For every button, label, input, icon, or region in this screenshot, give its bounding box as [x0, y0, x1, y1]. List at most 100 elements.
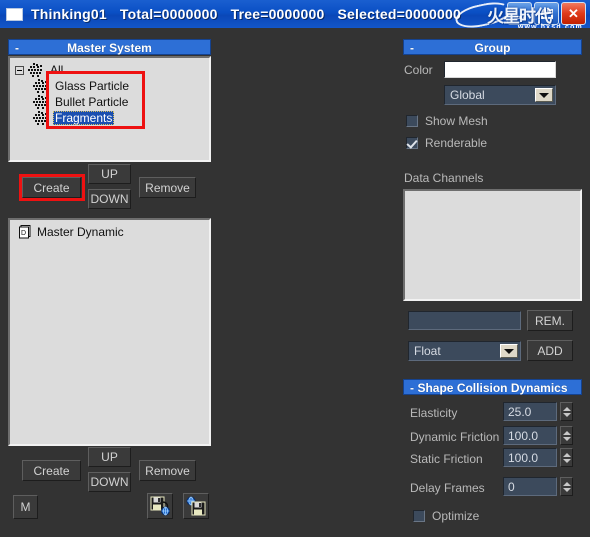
static-friction-input[interactable]: 100.0 [503, 448, 557, 467]
spinner-down-icon[interactable] [562, 458, 571, 463]
master-system-down-button[interactable]: DOWN [88, 189, 131, 209]
minimize-icon [514, 15, 525, 19]
window-controls: ✕ [507, 2, 586, 25]
spinner-down-icon[interactable] [562, 436, 571, 441]
documents-icon: D [19, 225, 31, 239]
elasticity-value: 25.0 [508, 404, 532, 419]
elasticity-spinner[interactable] [560, 402, 573, 421]
shape-collision-title: Shape Collision Dynamics [417, 381, 568, 395]
particles-icon [33, 111, 47, 125]
chevron-down-icon[interactable] [500, 344, 518, 358]
renderable-checkbox[interactable] [406, 137, 418, 149]
master-system-title: Master System [67, 41, 152, 55]
close-icon: ✕ [568, 6, 579, 21]
spinner-down-icon[interactable] [562, 487, 571, 492]
renderable-label: Renderable [425, 136, 488, 150]
tree-item-label: Bullet Particle [55, 95, 129, 109]
maximize-button[interactable] [534, 2, 559, 25]
shape-collision-collapse-icon[interactable]: - [410, 380, 414, 396]
list-item-label: Master Dynamic [37, 225, 124, 239]
master-system-rollup-header[interactable]: - Master System [8, 39, 211, 55]
elasticity-label: Elasticity [410, 406, 458, 420]
maximize-icon [540, 8, 553, 19]
data-channel-add-button[interactable]: ADD [527, 340, 573, 361]
tree-item-label: Fragments [53, 111, 115, 125]
delay-frames-input[interactable]: 0 [503, 477, 557, 496]
data-channel-remove-button[interactable]: REM. [527, 310, 573, 331]
tree-expander-icon[interactable] [15, 65, 24, 75]
dynamic-remove-button[interactable]: Remove [139, 460, 196, 481]
spinner-up-icon[interactable] [562, 430, 571, 435]
spinner-up-icon[interactable] [562, 481, 571, 486]
dynamic-load-button[interactable] [183, 493, 209, 519]
chevron-down-icon[interactable] [535, 88, 553, 102]
master-system-remove-button[interactable]: Remove [139, 177, 196, 198]
color-swatch[interactable] [444, 61, 556, 78]
window-title: Thinking01 [31, 6, 107, 22]
tree-item-label: Glass Particle [55, 79, 130, 93]
data-channels-list[interactable] [403, 189, 582, 301]
spinner-down-icon[interactable] [562, 412, 571, 417]
tree-item-all[interactable]: All [15, 62, 209, 78]
static-friction-value: 100.0 [508, 450, 539, 465]
dynamic-friction-input[interactable]: 100.0 [503, 426, 557, 445]
stat-selected: Selected=0000000 [337, 6, 461, 22]
static-friction-spinner[interactable] [560, 448, 573, 467]
master-system-collapse-icon[interactable]: - [15, 40, 19, 56]
tree-item-glass-particle[interactable]: Glass Particle [33, 78, 209, 94]
master-dynamic-list[interactable]: D Master Dynamic [8, 218, 211, 446]
svg-text:D: D [21, 230, 26, 237]
optimize-row[interactable]: Optimize [413, 509, 479, 523]
master-system-create-button[interactable]: Create [22, 177, 81, 198]
tree-item-fragments[interactable]: Fragments [33, 110, 209, 126]
dynamic-friction-value: 100.0 [508, 428, 539, 443]
dynamic-down-button[interactable]: DOWN [88, 472, 131, 492]
data-channel-type-combo[interactable]: Float [408, 341, 521, 361]
watermark-swoosh-icon [453, 0, 513, 28]
renderable-row[interactable]: Renderable [406, 136, 487, 150]
data-channel-type-value: Float [414, 344, 441, 358]
stat-tree: Tree=0000000 [230, 6, 325, 22]
show-mesh-label: Show Mesh [425, 114, 488, 128]
master-system-tree[interactable]: All Glass Particle Bullet Particle Fragment… [8, 56, 211, 162]
elasticity-input[interactable]: 25.0 [503, 402, 557, 421]
static-friction-label: Static Friction [410, 452, 483, 466]
optimize-checkbox[interactable] [413, 510, 425, 522]
color-label: Color [404, 63, 433, 77]
spinner-up-icon[interactable] [562, 452, 571, 457]
data-channels-title: Data Channels [404, 171, 484, 185]
load-from-disk-icon [186, 496, 206, 516]
group-rollup-header[interactable]: - Group [403, 39, 582, 55]
list-item[interactable]: D Master Dynamic [10, 220, 209, 239]
dynamic-friction-label: Dynamic Friction [410, 430, 500, 444]
minimize-button[interactable] [507, 2, 532, 25]
group-title: Group [474, 41, 511, 55]
close-button[interactable]: ✕ [561, 2, 586, 25]
particles-icon [28, 63, 42, 77]
group-mode-combo[interactable]: Global [444, 85, 556, 105]
particles-icon [33, 95, 47, 109]
tree-item-bullet-particle[interactable]: Bullet Particle [33, 94, 209, 110]
delay-frames-value: 0 [508, 479, 515, 494]
dynamic-save-button[interactable] [147, 493, 173, 519]
show-mesh-checkbox[interactable] [406, 115, 418, 127]
save-to-disk-icon [150, 496, 170, 516]
data-channel-name-input[interactable] [408, 311, 521, 330]
dynamic-m-button[interactable]: M [13, 495, 38, 519]
shape-collision-rollup-header[interactable]: - Shape Collision Dynamics [403, 379, 582, 395]
particles-icon [33, 79, 47, 93]
master-system-up-button[interactable]: UP [88, 164, 131, 184]
tree-item-label: All [50, 63, 64, 77]
window-titlebar: Thinking01 Total=0000000 Tree=0000000 Se… [0, 0, 590, 28]
spinner-up-icon[interactable] [562, 406, 571, 411]
group-collapse-icon[interactable]: - [410, 40, 414, 56]
show-mesh-row[interactable]: Show Mesh [406, 114, 488, 128]
delay-frames-spinner[interactable] [560, 477, 573, 496]
group-mode-value: Global [450, 88, 485, 102]
dynamic-create-button[interactable]: Create [22, 460, 81, 481]
dynamic-up-button[interactable]: UP [88, 447, 131, 467]
window-system-icon[interactable] [6, 7, 23, 21]
optimize-label: Optimize [432, 509, 480, 523]
stat-total: Total=0000000 [119, 6, 218, 22]
dynamic-friction-spinner[interactable] [560, 426, 573, 445]
